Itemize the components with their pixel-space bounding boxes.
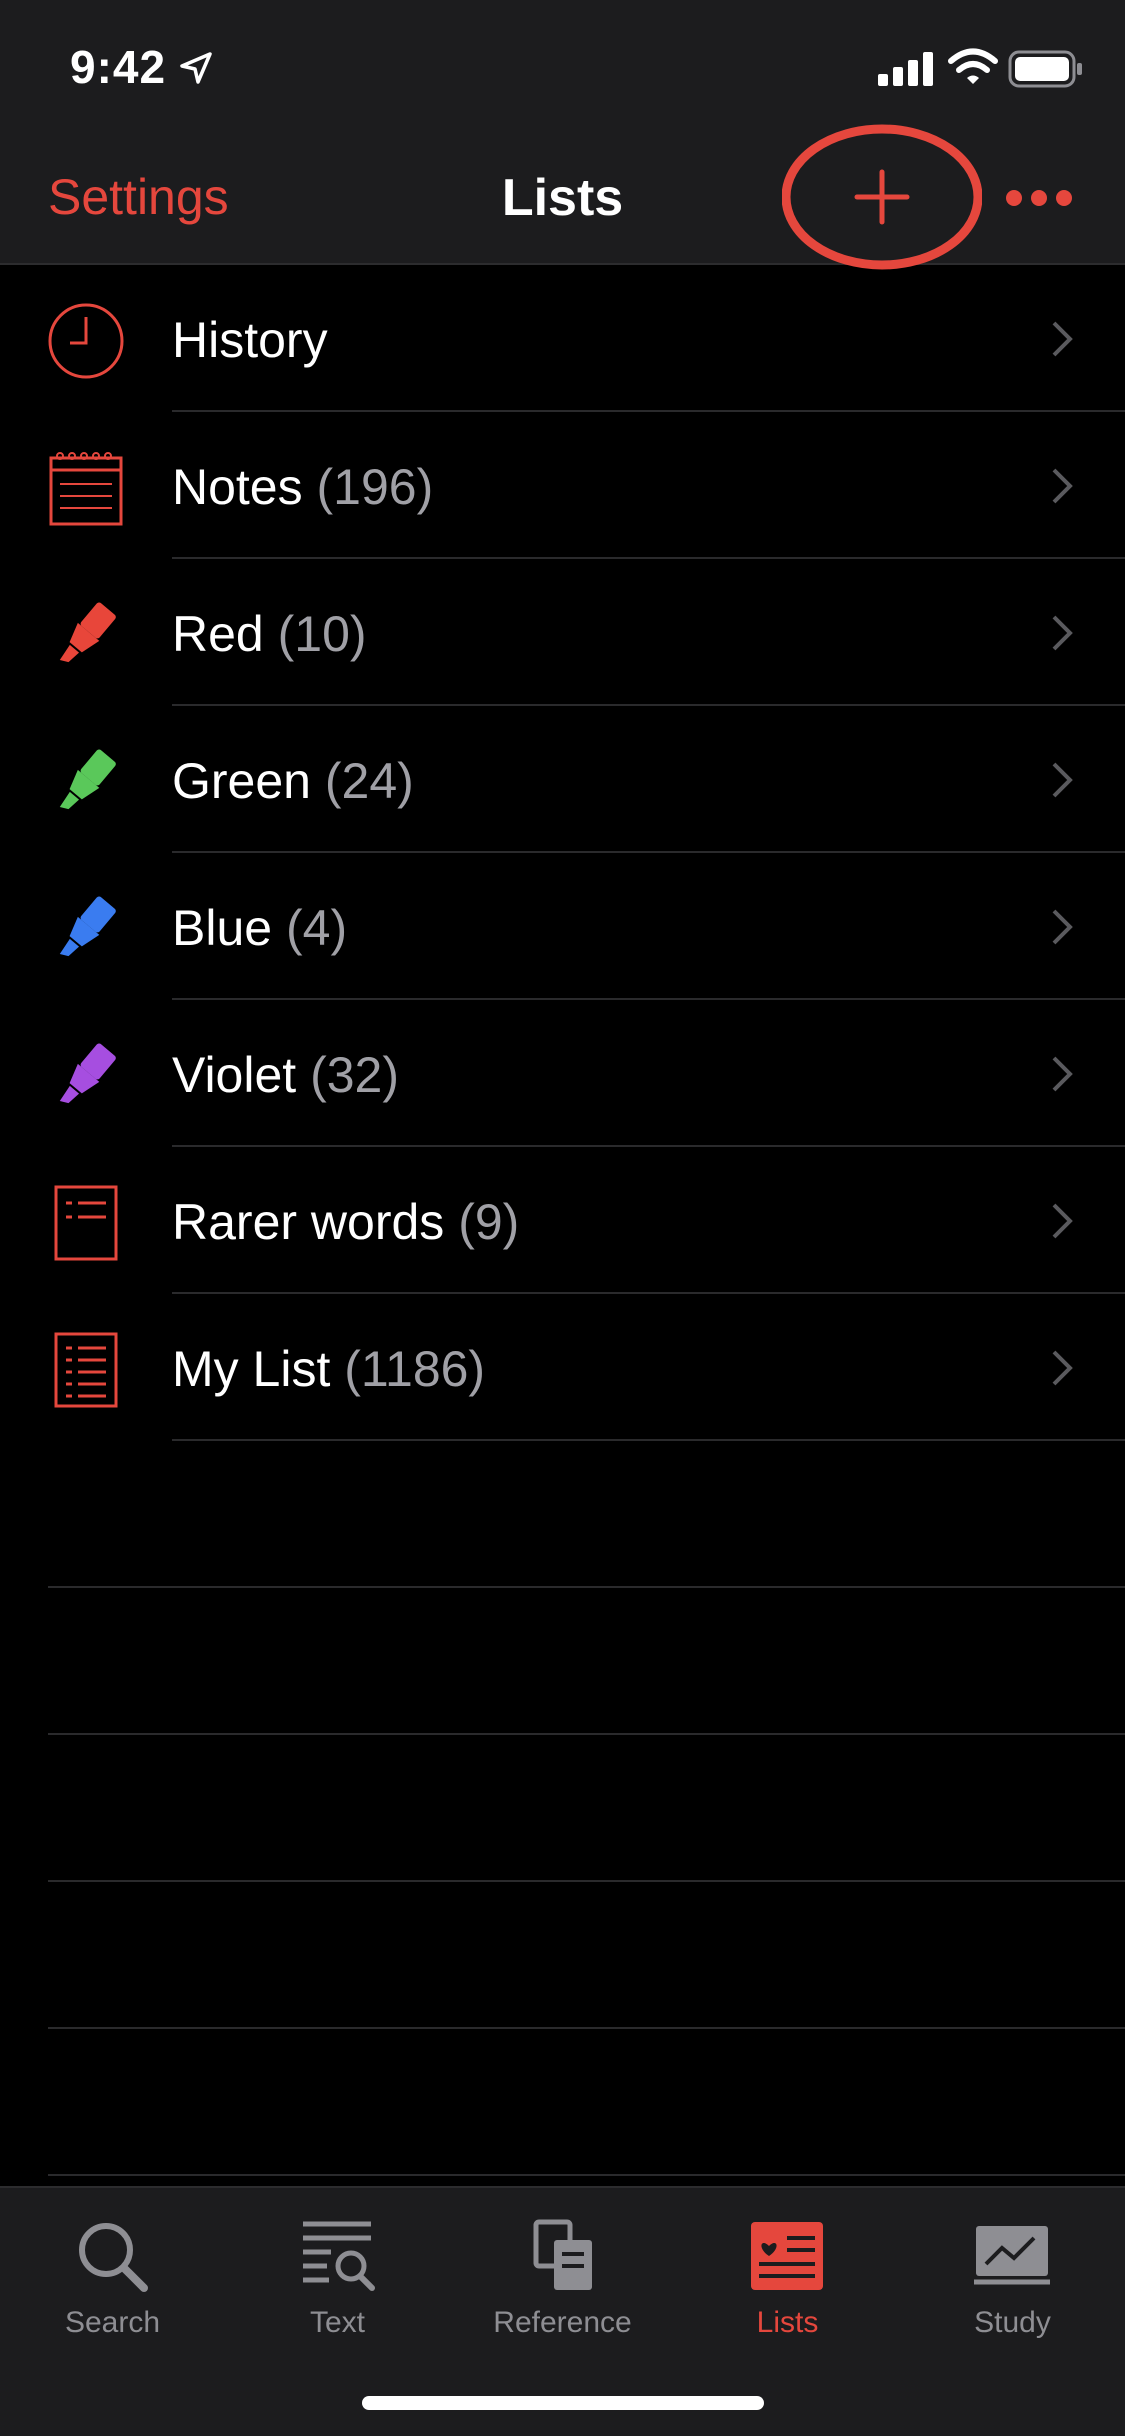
chevron-right-icon <box>1052 615 1073 651</box>
list-item-count: (32) <box>310 1047 399 1103</box>
highlighter-violet-icon <box>59 1043 116 1104</box>
list-item-label: Notes <box>172 459 303 515</box>
document-list-icon <box>54 1332 118 1408</box>
document-list-icon <box>54 1185 118 1261</box>
highlighter-blue-icon <box>59 896 116 957</box>
cellular-signal-icon <box>878 52 933 86</box>
home-indicator[interactable] <box>362 2396 764 2410</box>
tab-search[interactable]: Search <box>0 2208 225 2348</box>
list-item-red[interactable]: Red (10) <box>0 559 1125 706</box>
highlighter-green-icon <box>59 749 116 810</box>
status-time: 9:42 <box>70 41 167 93</box>
empty-row <box>0 2029 1125 2176</box>
clock-icon <box>48 303 124 379</box>
add-list-button[interactable] <box>782 122 982 272</box>
list-item-count: (9) <box>458 1194 520 1250</box>
chevron-right-icon <box>1052 1350 1073 1386</box>
tab-label: Search <box>64 2306 161 2339</box>
empty-row <box>0 1735 1125 1882</box>
list-item-notes[interactable]: Notes (196) <box>0 412 1125 559</box>
tab-study[interactable]: Study <box>900 2208 1125 2348</box>
chevron-right-icon <box>1052 762 1073 798</box>
list-item-label: Violet <box>172 1047 297 1103</box>
tab-label: Lists <box>756 2306 819 2339</box>
list-item-my-list[interactable]: My List (1186) <box>0 1294 1125 1441</box>
list-item-label: History <box>172 312 328 368</box>
tab-lists[interactable]: Lists <box>675 2208 900 2348</box>
list-item-label: Rarer words <box>172 1194 445 1250</box>
list-item-blue[interactable]: Blue (4) <box>0 853 1125 1000</box>
chevron-right-icon <box>1052 909 1073 945</box>
location-arrow-icon <box>180 52 212 84</box>
empty-row <box>0 1441 1125 1588</box>
list-item-violet[interactable]: Violet (32) <box>0 1000 1125 1147</box>
list-item-count: (4) <box>285 900 348 956</box>
lists-table: History Notes (196) Red (10) Green (24) … <box>0 265 1125 2176</box>
text-search-icon <box>303 2221 375 2291</box>
chevron-right-icon <box>1052 1056 1073 1092</box>
list-item-count: (10) <box>277 606 367 662</box>
more-options-button[interactable] <box>1004 178 1074 218</box>
list-item-count: (1186) <box>344 1341 486 1397</box>
list-item-count: (24) <box>324 753 414 809</box>
tab-label: Text <box>309 2306 366 2339</box>
list-item-label: My List <box>172 1341 331 1397</box>
settings-button[interactable]: Settings <box>48 168 229 226</box>
wifi-icon <box>948 48 998 84</box>
tab-text[interactable]: Text <box>225 2208 450 2348</box>
top-bar: 9:42 Settings Lists <box>0 0 1125 270</box>
list-item-green[interactable]: Green (24) <box>0 706 1125 853</box>
list-item-count: (196) <box>316 459 434 515</box>
plus-icon <box>854 169 910 225</box>
magnifier-icon <box>79 2223 148 2292</box>
battery-icon <box>1008 50 1082 88</box>
tab-reference[interactable]: Reference <box>450 2208 675 2348</box>
list-item-history[interactable]: History <box>0 265 1125 412</box>
list-item-label: Green <box>172 753 311 809</box>
ellipsis-icon <box>1006 190 1072 206</box>
tab-label: Reference <box>493 2306 632 2339</box>
notepad-icon <box>49 452 123 526</box>
chevron-right-icon <box>1052 468 1073 504</box>
list-item-rarer-words[interactable]: Rarer words (9) <box>0 1147 1125 1294</box>
chevron-right-icon <box>1052 1203 1073 1239</box>
list-item-label: Red <box>172 606 264 662</box>
lists-heart-icon <box>751 2222 823 2290</box>
list-item-label: Blue <box>172 900 273 956</box>
divider <box>48 2174 1125 2176</box>
chart-icon <box>974 2226 1050 2285</box>
empty-row <box>0 1882 1125 2029</box>
books-icon <box>533 2219 592 2290</box>
empty-row <box>0 1588 1125 1735</box>
chevron-right-icon <box>1052 321 1073 357</box>
highlighter-red-icon <box>59 602 116 663</box>
tab-label: Study <box>974 2306 1051 2339</box>
